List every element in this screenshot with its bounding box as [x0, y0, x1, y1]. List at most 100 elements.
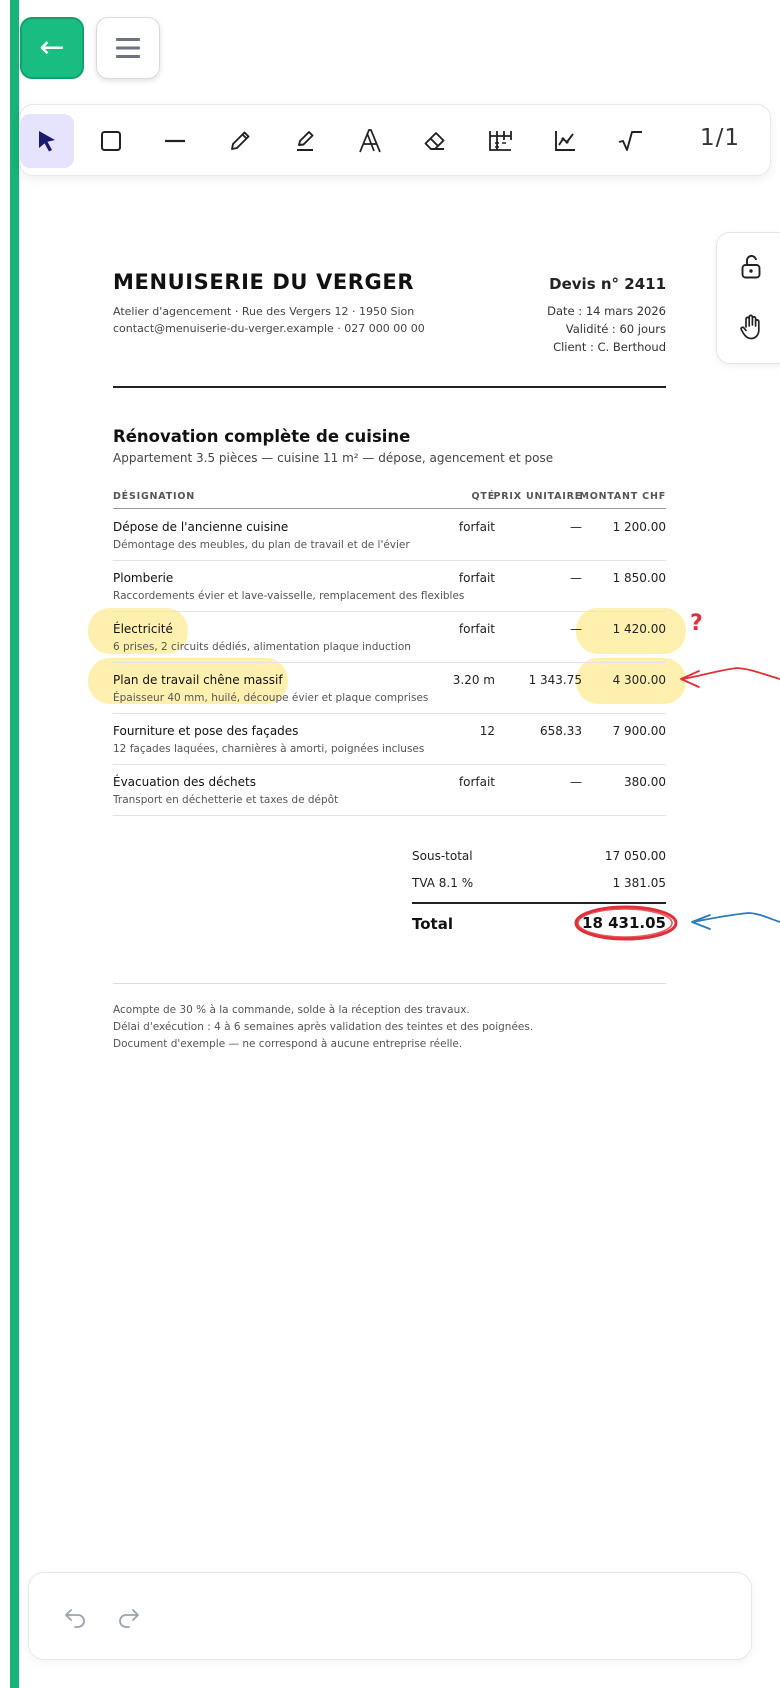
total-value: 18 431.05: [582, 914, 666, 932]
row-description: Épaisseur 40 mm, huilé, découpe évier et…: [113, 692, 429, 704]
line-tool[interactable]: [148, 114, 202, 168]
note-line: Acompte de 30 % à la commande, solde à l…: [113, 1004, 470, 1016]
row-amount: 380.00: [624, 775, 666, 789]
rectangle-tool[interactable]: [84, 114, 138, 168]
total-label: Total: [412, 915, 453, 933]
redo-icon: [119, 1609, 139, 1628]
menu-button[interactable]: [96, 17, 160, 79]
side-panel: [716, 232, 780, 364]
row-qty: 12: [479, 724, 495, 738]
row-description: Transport en déchetterie et taxes de dép…: [113, 794, 339, 806]
table-tool[interactable]: [473, 114, 527, 168]
cursor-arrow-icon: [39, 131, 55, 152]
row-qty: forfait: [458, 775, 495, 789]
total-divider: [412, 902, 666, 904]
notes-divider: [113, 983, 666, 984]
row-unit-price: —: [570, 775, 582, 789]
project-subtitle: Appartement 3.5 pièces — cuisine 11 m² —…: [113, 451, 554, 465]
row-amount: 1 200.00: [612, 520, 666, 534]
row-name: Dépose de l'ancienne cuisine: [113, 520, 289, 534]
row-qty: forfait: [458, 622, 495, 636]
highlighter-icon: [297, 131, 314, 151]
back-arrow-icon: ←: [39, 30, 65, 65]
company-name: MENUISERIE DU VERGER: [113, 270, 415, 294]
row-unit-price: 658.33: [540, 724, 582, 738]
table-row: Électricité 6 prises, 2 circuits dédiés,…: [113, 612, 666, 663]
table-row: Dépose de l'ancienne cuisine Démontage d…: [113, 510, 666, 561]
row-name: Plomberie: [113, 571, 174, 585]
project-title: Rénovation complète de cuisine: [113, 427, 411, 446]
header-qty: QTÉ: [471, 491, 495, 502]
table-row: Plan de travail chêne massif Épaisseur 4…: [113, 663, 666, 714]
eraser-tool[interactable]: [408, 114, 462, 168]
header-amount: MONTANT CHF: [579, 491, 666, 502]
hamburger-menu-icon: [116, 38, 140, 58]
lock-toggle-button[interactable]: [731, 247, 771, 287]
row-description: Démontage des meubles, du plan de travai…: [113, 539, 410, 551]
subtotal-value: 17 050.00: [604, 849, 666, 863]
eraser-icon: [424, 132, 445, 150]
square-root-icon: [618, 131, 642, 151]
text-tool[interactable]: [343, 114, 397, 168]
undo-button[interactable]: [55, 1597, 95, 1637]
quote-number: Devis n° 2411: [549, 275, 666, 293]
redo-button[interactable]: [109, 1597, 149, 1637]
row-unit-price: —: [570, 571, 582, 585]
back-button[interactable]: ←: [20, 17, 84, 79]
drawing-toolbar: 1/1: [19, 104, 771, 176]
table-header: DÉSIGNATION QTÉ PRIX UNITAIRE MONTANT CH…: [113, 489, 666, 509]
square-icon: [101, 131, 121, 151]
row-description: 6 prises, 2 circuits dédiés, alimentatio…: [113, 641, 411, 653]
row-name: Électricité: [113, 622, 173, 636]
line-chart-icon: [555, 131, 575, 151]
row-amount: 1 850.00: [612, 571, 666, 585]
row-qty: forfait: [458, 571, 495, 585]
line-icon: [165, 139, 185, 143]
hand-icon: [740, 314, 760, 340]
row-qty: 3.20 m: [452, 673, 495, 687]
subtotal-label: Sous-total: [412, 849, 473, 863]
row-amount: 4 300.00: [612, 673, 666, 687]
quote-validity: Validité : 60 jours: [565, 322, 666, 336]
row-unit-price: —: [570, 622, 582, 636]
row-unit-price: 1 343.75: [528, 673, 582, 687]
quote-date: Date : 14 mars 2026: [547, 304, 666, 318]
math-tool[interactable]: [603, 114, 657, 168]
red-arrow-annotation: [680, 667, 780, 688]
quote-client: Client : C. Berthoud: [553, 340, 666, 354]
row-name: Évacuation des déchets: [113, 775, 257, 789]
left-accent-strip: [10, 0, 19, 1688]
undo-icon: [65, 1609, 85, 1628]
vat-value: 1 381.05: [612, 876, 666, 890]
pan-tool-button[interactable]: [731, 307, 771, 347]
ink-annotations: [574, 667, 780, 941]
row-unit-price: —: [570, 520, 582, 534]
row-name: Plan de travail chêne massif: [113, 673, 283, 687]
company-address: Atelier d'agencement · Rue des Vergers 1…: [113, 305, 415, 318]
company-contact: contact@menuiserie-du-verger.example · 0…: [113, 322, 425, 335]
page-counter: 1/1: [700, 125, 741, 151]
blue-arrow-annotation: [691, 912, 780, 930]
row-qty: forfait: [458, 520, 495, 534]
bottom-bar: [28, 1572, 752, 1660]
select-tool[interactable]: [20, 114, 74, 168]
header-designation: DÉSIGNATION: [113, 491, 195, 502]
table-grid-icon: [489, 131, 512, 151]
note-line: Document d'exemple — ne correspond à auc…: [113, 1038, 463, 1050]
note-line: Délai d'exécution : 4 à 6 semaines après…: [113, 1021, 534, 1033]
row-name: Fourniture et pose des façades: [113, 724, 299, 738]
pencil-tool[interactable]: [213, 114, 267, 168]
question-mark-annotation: ?: [690, 611, 703, 636]
table-row: Évacuation des déchets Transport en déch…: [113, 765, 666, 816]
row-amount: 1 420.00: [612, 622, 666, 636]
highlighter-tool[interactable]: [278, 114, 332, 168]
header-unit-price: PRIX UNITAIRE: [493, 491, 582, 502]
header-divider: [113, 386, 666, 388]
unlock-icon: [741, 255, 761, 279]
vat-label: TVA 8.1 %: [412, 876, 474, 890]
row-amount: 7 900.00: [612, 724, 666, 738]
row-description: 12 façades laquées, charnières à amorti,…: [113, 743, 425, 755]
row-description: Raccordements évier et lave-vaisselle, r…: [113, 590, 465, 602]
text-a-icon: [359, 129, 381, 153]
graph-tool[interactable]: [538, 114, 592, 168]
